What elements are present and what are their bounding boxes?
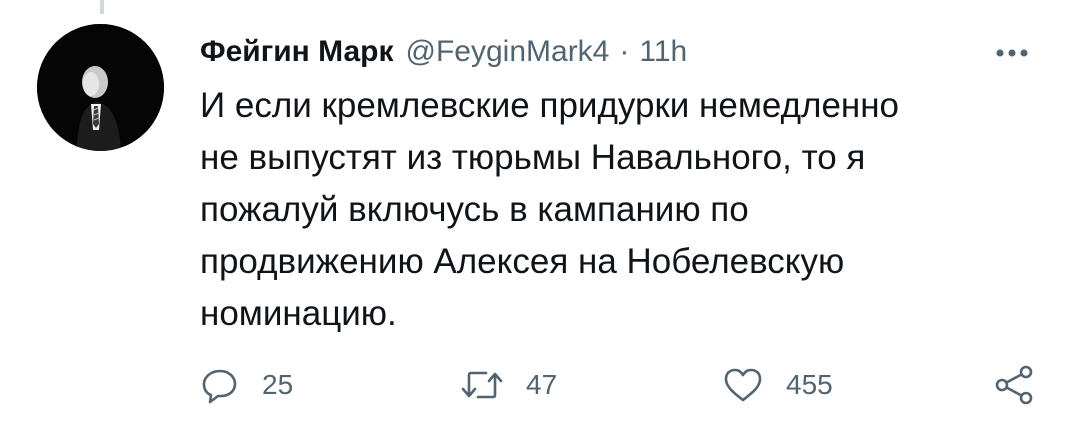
tweet-text-line: пожалуй включусь в кампанию по: [200, 190, 749, 229]
reply-count: 25: [262, 369, 294, 400]
share-icon: [995, 365, 1033, 405]
retweet-button[interactable]: 47: [460, 360, 557, 410]
thread-line: [100, 0, 104, 14]
tweet-timestamp[interactable]: 11h: [639, 35, 687, 69]
author-handle[interactable]: @FeyginMark4: [406, 35, 610, 69]
avatar-photo: [37, 24, 164, 151]
more-icon: [996, 49, 1028, 57]
like-count: 455: [786, 369, 833, 400]
more-button[interactable]: [992, 38, 1032, 68]
tweet-text-line: И если кремлевские придурки немедленно: [200, 86, 900, 125]
tweet-header: Фейгин Марк @FeyginMark4 · 11h: [200, 32, 687, 72]
tweet-text-line: номинацию.: [200, 294, 397, 333]
author-name[interactable]: Фейгин Марк: [200, 35, 394, 69]
tweet-text-line: не выпустят из тюрьмы Навального, то я: [200, 138, 866, 177]
separator-dot: ·: [619, 35, 630, 68]
retweet-count: 47: [526, 369, 558, 400]
share-button[interactable]: [992, 360, 1036, 410]
retweet-icon: [461, 371, 503, 399]
reply-button[interactable]: 25: [200, 360, 293, 410]
heart-icon: [724, 368, 762, 402]
tweet-text: И если кремлевские придурки немедленно н…: [200, 80, 1030, 340]
like-button[interactable]: 455: [722, 360, 833, 410]
tweet-text-line: продвижению Алексея на Нобелевскую: [200, 242, 845, 281]
tweet[interactable]: Фейгин Марк @FeyginMark4 · 11h И если кр…: [0, 0, 1072, 438]
reply-icon: [202, 369, 237, 404]
avatar[interactable]: [37, 24, 164, 151]
tweet-actions: 25 47 455: [0, 360, 1072, 410]
